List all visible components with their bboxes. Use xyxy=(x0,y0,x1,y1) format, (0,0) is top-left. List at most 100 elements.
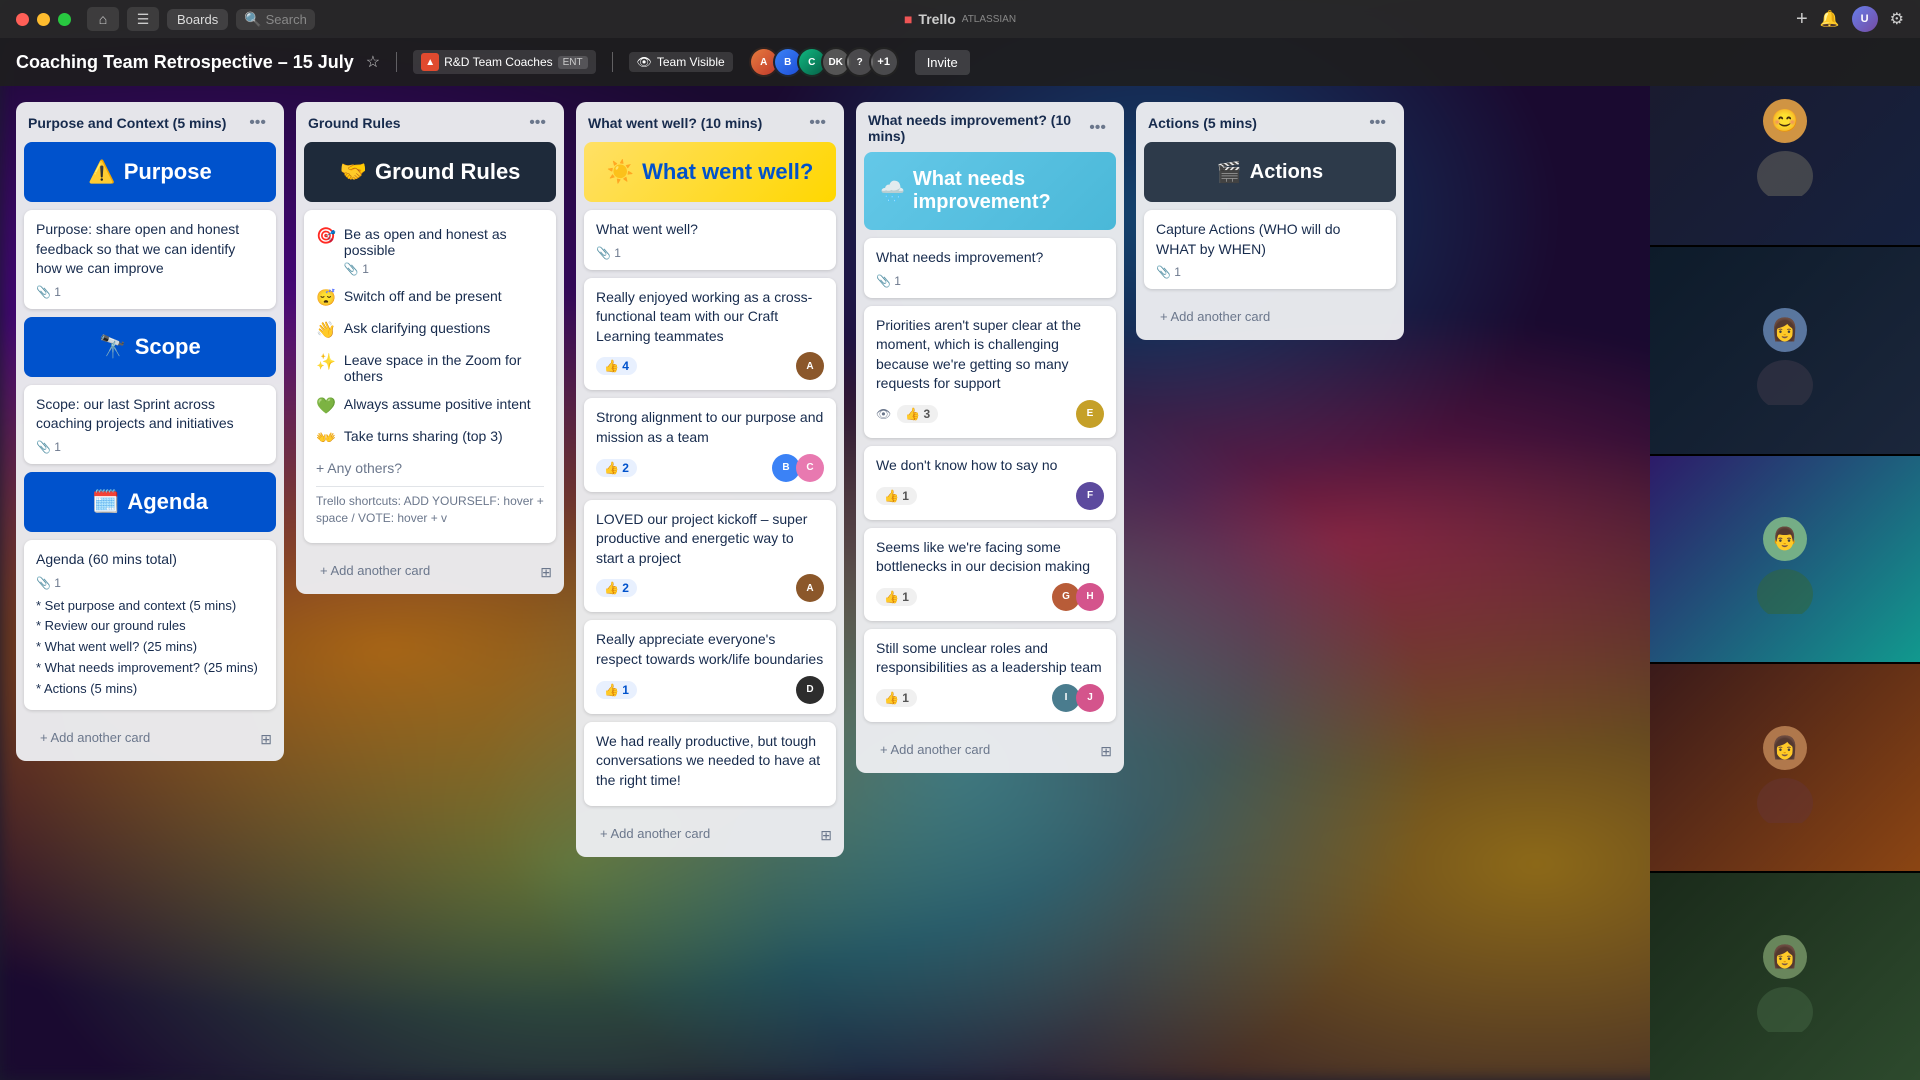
card-ww-3[interactable]: LOVED our project kickoff – super produc… xyxy=(584,500,836,613)
column-went-well-menu[interactable]: ••• xyxy=(803,112,832,134)
any-others-item[interactable]: + Any others? xyxy=(316,454,544,482)
card-ww-question[interactable]: What went well? 📎 1 xyxy=(584,210,836,270)
imp-4-votes[interactable]: 👍 1 xyxy=(876,689,917,707)
purpose-add-card-button[interactable]: + Add another card xyxy=(28,722,162,753)
column-actions: Actions (5 mins) ••• 🎬 Actions Capture A… xyxy=(1136,102,1404,340)
notifications-button[interactable]: 🔔 xyxy=(1820,9,1840,29)
card-went-well-hero[interactable]: ☀️ What went well? xyxy=(584,142,836,202)
card-scope-hero[interactable]: 🔭 Scope xyxy=(24,317,276,377)
purpose-add-row: + Add another card ⊞ xyxy=(16,718,284,761)
ww-3-votes[interactable]: 👍 2 xyxy=(596,579,637,597)
imp-2-avatars: F xyxy=(1076,482,1104,510)
purpose-desc-meta: 📎 1 xyxy=(36,285,264,299)
close-button[interactable] xyxy=(16,13,29,26)
card-ww-4[interactable]: Really appreciate everyone's respect tow… xyxy=(584,620,836,713)
column-improvement-cards: 🌧️ What needs improvement? What needs im… xyxy=(856,152,1124,730)
ww-1-avatars: A xyxy=(796,352,824,380)
card-imp-3[interactable]: Seems like we're facing some bottlenecks… xyxy=(864,528,1116,621)
maximize-button[interactable] xyxy=(58,13,71,26)
card-purpose-desc[interactable]: Purpose: share open and honest feedback … xyxy=(24,210,276,309)
invite-button[interactable]: Invite xyxy=(915,50,970,75)
ww-4-row: 👍 1 D xyxy=(596,676,824,704)
boards-label: Boards xyxy=(177,12,218,27)
column-ground-rules-menu[interactable]: ••• xyxy=(523,112,552,134)
ground-rules-add-card-button[interactable]: + Add another card xyxy=(308,555,442,586)
ww-2-avatars: B C xyxy=(772,454,824,482)
imp-hero-text: What needs improvement? xyxy=(913,168,1100,214)
imp-2-votes[interactable]: 👍 1 xyxy=(876,487,917,505)
video-cell-4: 👩 xyxy=(1650,664,1920,873)
ww-question-meta: 📎 1 xyxy=(596,246,824,260)
column-purpose-menu[interactable]: ••• xyxy=(243,112,272,134)
gr-item-6[interactable]: 👐 Take turns sharing (top 3) xyxy=(316,422,544,454)
workspace-icon: ▲ xyxy=(421,53,439,71)
column-purpose-cards: ⚠️ Purpose Purpose: share open and hones… xyxy=(16,142,284,718)
imp-question-attachment: 📎 1 xyxy=(876,274,901,288)
add-button[interactable]: + xyxy=(1796,8,1808,31)
improvement-add-card-button[interactable]: + Add another card xyxy=(868,734,1002,765)
went-well-copy-button[interactable]: ⊞ xyxy=(816,823,836,848)
card-ground-rules-list[interactable]: 🎯 Be as open and honest as possible 📎 1 … xyxy=(304,210,556,543)
minimize-button[interactable] xyxy=(37,13,50,26)
purpose-attachment: 📎 1 xyxy=(36,285,61,299)
purpose-hero-text: Purpose xyxy=(124,159,212,185)
home-button[interactable]: ⌂ xyxy=(87,7,119,31)
card-ground-rules-hero[interactable]: 🤝 Ground Rules xyxy=(304,142,556,202)
actions-add-card-button[interactable]: + Add another card xyxy=(1148,301,1282,332)
gr-text-4: Leave space in the Zoom for others xyxy=(344,352,544,384)
ww-2-row: 👍 2 B C xyxy=(596,454,824,482)
card-ww-1[interactable]: Really enjoyed working as a cross-functi… xyxy=(584,278,836,391)
user-avatar[interactable]: U xyxy=(1852,6,1878,32)
trello-name: Trello xyxy=(918,11,955,27)
imp-1-votes[interactable]: 👍 3 xyxy=(897,405,938,423)
board-header: Coaching Team Retrospective – 15 July ☆ … xyxy=(0,38,1920,86)
bookmark-button[interactable]: ☰ xyxy=(127,7,159,31)
ww-2-avatar-2: C xyxy=(796,454,824,482)
column-improvement-title: What needs improvement? (10 mins) xyxy=(868,112,1083,144)
card-ww-2[interactable]: Strong alignment to our purpose and miss… xyxy=(584,398,836,491)
visibility-badge[interactable]: 👁 Team Visible xyxy=(629,52,733,72)
card-scope-desc[interactable]: Scope: our last Sprint across coaching p… xyxy=(24,385,276,464)
gr-item-3[interactable]: 👋 Ask clarifying questions xyxy=(316,314,544,346)
gr-item-5[interactable]: 💚 Always assume positive intent xyxy=(316,390,544,422)
ww-1-votes[interactable]: 👍 4 xyxy=(596,357,637,375)
ww-3-avatar: A xyxy=(796,574,824,602)
column-improvement-menu[interactable]: ••• xyxy=(1083,117,1112,139)
video-panel: ◀ 😊 👩 👨 xyxy=(1650,38,1920,1080)
ground-rules-copy-button[interactable]: ⊞ xyxy=(536,560,556,585)
card-ww-5[interactable]: We had really productive, but tough conv… xyxy=(584,722,836,807)
titlebar-actions: + 🔔 U ⚙ xyxy=(1796,6,1904,32)
card-actions-1[interactable]: Capture Actions (WHO will do WHAT by WHE… xyxy=(1144,210,1396,289)
card-improvement-hero[interactable]: 🌧️ What needs improvement? xyxy=(864,152,1116,230)
card-actions-hero[interactable]: 🎬 Actions xyxy=(1144,142,1396,202)
traffic-lights[interactable] xyxy=(16,13,71,26)
card-agenda-desc[interactable]: Agenda (60 mins total) 📎 1 * Set purpose… xyxy=(24,540,276,710)
went-well-add-card-button[interactable]: + Add another card xyxy=(588,818,722,849)
imp-3-votes[interactable]: 👍 1 xyxy=(876,588,917,606)
card-purpose-hero[interactable]: ⚠️ Purpose xyxy=(24,142,276,202)
nav-buttons[interactable]: ⌂ ☰ xyxy=(87,7,159,31)
ww-4-votes[interactable]: 👍 1 xyxy=(596,681,637,699)
card-imp-4[interactable]: Still some unclear roles and responsibil… xyxy=(864,629,1116,722)
card-imp-2[interactable]: We don't know how to say no 👍 1 F xyxy=(864,446,1116,520)
more-members-badge[interactable]: +1 xyxy=(869,47,899,77)
video-cell-5: 👩 xyxy=(1650,873,1920,1080)
gr-item-1[interactable]: 🎯 Be as open and honest as possible 📎 1 xyxy=(316,220,544,282)
improvement-copy-button[interactable]: ⊞ xyxy=(1096,739,1116,764)
visibility-label: Team Visible xyxy=(657,55,725,69)
video-person-5: 👩 xyxy=(1650,873,1920,1080)
card-agenda-hero[interactable]: 🗓️ Agenda xyxy=(24,472,276,532)
purpose-copy-button[interactable]: ⊞ xyxy=(256,727,276,752)
video-person-3: 👨 xyxy=(1650,456,1920,663)
workspace-badge[interactable]: ▲ R&D Team Coaches ENT xyxy=(413,50,596,74)
card-imp-1[interactable]: Priorities aren't super clear at the mom… xyxy=(864,306,1116,438)
star-button[interactable]: ☆ xyxy=(366,52,380,72)
card-imp-question[interactable]: What needs improvement? 📎 1 xyxy=(864,238,1116,298)
ww-2-votes[interactable]: 👍 2 xyxy=(596,459,637,477)
gr-item-4[interactable]: ✨ Leave space in the Zoom for others xyxy=(316,346,544,390)
gr-item-2[interactable]: 😴 Switch off and be present xyxy=(316,282,544,314)
ww-3-text: LOVED our project kickoff – super produc… xyxy=(596,510,824,569)
boards-button[interactable]: Boards xyxy=(167,9,228,30)
settings-button[interactable]: ⚙ xyxy=(1890,9,1904,29)
column-actions-menu[interactable]: ••• xyxy=(1363,112,1392,134)
